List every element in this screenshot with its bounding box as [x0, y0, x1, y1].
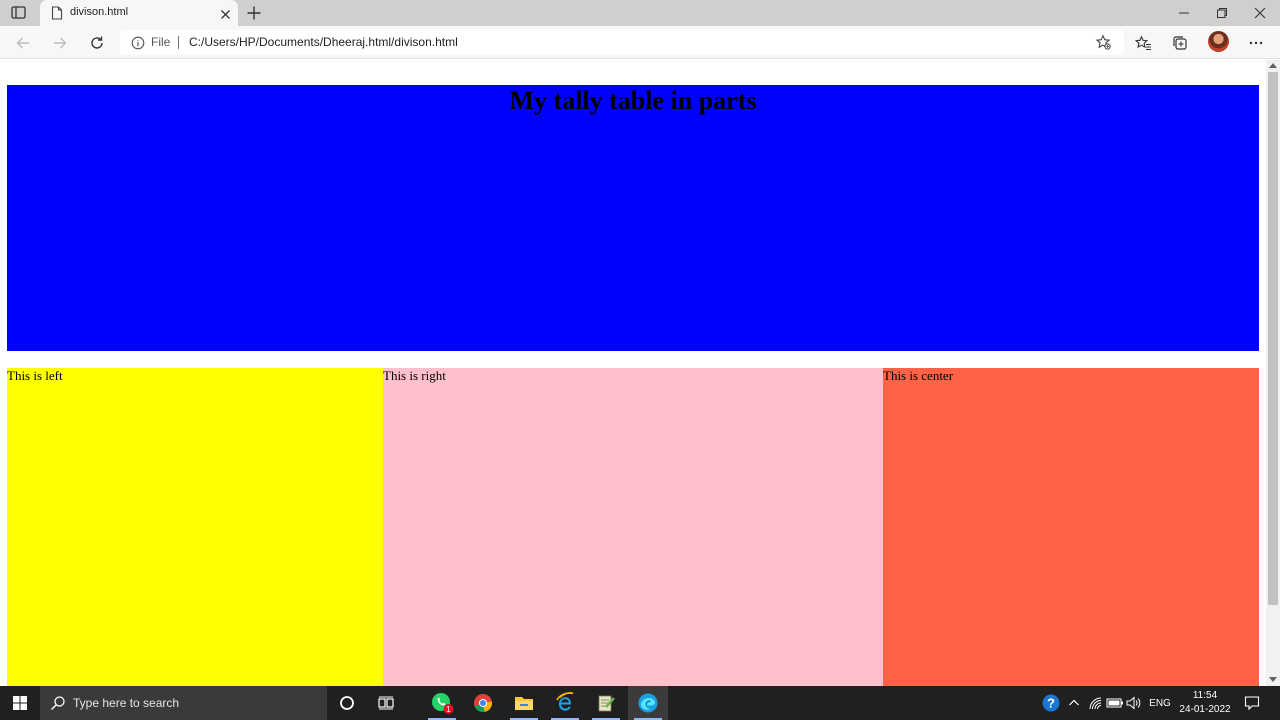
search-icon	[50, 695, 66, 716]
scroll-down-arrow-icon[interactable]	[1269, 677, 1277, 682]
file-explorer-icon[interactable]	[504, 686, 544, 720]
forward-arrow-icon[interactable]	[50, 33, 70, 53]
clock-date: 24-01-2022	[1179, 704, 1231, 715]
volume-icon[interactable]	[1125, 686, 1143, 720]
taskbar-search[interactable]: Type here to search	[40, 686, 327, 720]
notepad-plus-plus-icon[interactable]	[586, 686, 626, 720]
windows-start-icon[interactable]	[0, 686, 40, 720]
address-divider	[178, 36, 179, 49]
right-text: This is right	[383, 368, 446, 383]
language-indicator[interactable]: ENG	[1146, 686, 1174, 720]
whatsapp-icon[interactable]: 1	[422, 686, 462, 720]
internet-explorer-icon[interactable]	[545, 686, 585, 720]
taskbar: Type here to search 1 ? ENG 11:54 24-01-…	[0, 686, 1280, 720]
tab-actions-icon[interactable]	[10, 5, 28, 21]
close-tab-icon[interactable]	[220, 7, 231, 25]
notification-center-icon[interactable]	[1240, 686, 1264, 720]
address-toolbar: File C:/Users/HP/Documents/Dheeraj.html/…	[0, 26, 1280, 59]
center-text: This is center	[883, 368, 954, 383]
restore-icon[interactable]	[1203, 0, 1241, 26]
center-division: This is center	[883, 368, 1259, 686]
task-view-icon[interactable]	[366, 686, 406, 720]
search-placeholder: Type here to search	[73, 696, 180, 710]
close-window-icon[interactable]	[1241, 0, 1279, 26]
info-icon[interactable]	[131, 36, 145, 55]
scrollbar-thumb[interactable]	[1268, 72, 1278, 605]
left-division: This is left	[7, 368, 383, 686]
battery-icon[interactable]	[1105, 686, 1125, 720]
right-division: This is right	[383, 368, 883, 686]
favorites-icon[interactable]	[1133, 33, 1153, 53]
show-hidden-icons-chevron-icon[interactable]	[1066, 686, 1082, 720]
page-viewport: My tally table in parts This is left Thi…	[0, 60, 1266, 686]
left-text: This is left	[7, 368, 63, 383]
scroll-up-arrow-icon[interactable]	[1269, 63, 1277, 68]
header-division: My tally table in parts	[7, 85, 1259, 351]
wifi-icon[interactable]	[1087, 686, 1105, 720]
back-arrow-icon[interactable]	[13, 33, 33, 53]
system-clock[interactable]: 11:54 24-01-2022	[1176, 689, 1234, 717]
refresh-icon[interactable]	[87, 33, 107, 53]
tab-divison[interactable]: divison.html	[40, 0, 238, 26]
file-icon	[51, 6, 63, 25]
cortana-icon[interactable]	[327, 686, 367, 720]
page-heading: My tally table in parts	[509, 86, 757, 115]
url-text[interactable]: C:/Users/HP/Documents/Dheeraj.html/divis…	[189, 35, 458, 49]
minimize-icon[interactable]	[1165, 0, 1203, 26]
profile-avatar[interactable]	[1208, 31, 1229, 52]
vertical-scrollbar[interactable]	[1266, 60, 1280, 686]
more-options-icon[interactable]	[1246, 33, 1266, 53]
whatsapp-badge: 1	[446, 705, 451, 714]
tab-title: divison.html	[70, 6, 129, 18]
svg-text:?: ?	[1047, 696, 1055, 711]
help-icon[interactable]: ?	[1040, 686, 1062, 720]
tab-strip: divison.html	[0, 0, 1280, 26]
address-bar[interactable]: File C:/Users/HP/Documents/Dheeraj.html/…	[120, 30, 1124, 55]
collections-icon[interactable]	[1170, 33, 1190, 53]
chrome-icon[interactable]	[463, 686, 503, 720]
clock-time: 11:54	[1192, 690, 1218, 701]
edge-browser-icon[interactable]	[628, 686, 668, 720]
new-tab-icon[interactable]	[246, 5, 262, 26]
scheme-label: File	[151, 35, 171, 49]
add-favorite-icon[interactable]	[1095, 34, 1111, 55]
